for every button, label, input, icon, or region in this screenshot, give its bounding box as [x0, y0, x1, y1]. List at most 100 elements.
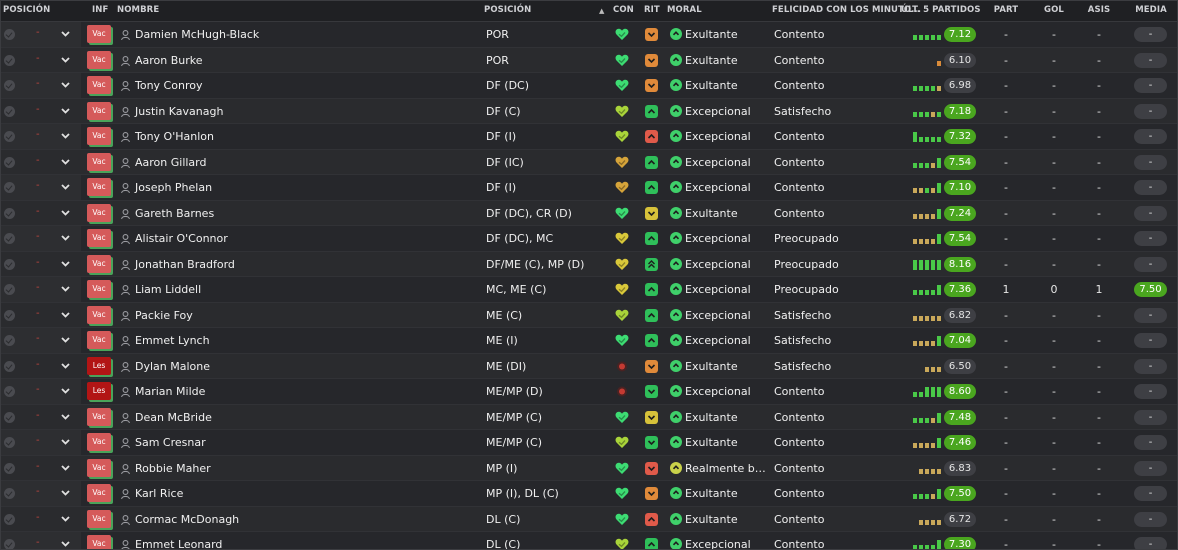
position-selection[interactable]: -	[36, 78, 40, 89]
position-selection[interactable]: -	[36, 155, 40, 166]
status-badge[interactable]: Vac	[87, 178, 111, 196]
header-con[interactable]: CON	[613, 5, 634, 15]
chevron-down-icon[interactable]	[61, 386, 70, 395]
player-name[interactable]: Liam Liddell	[135, 283, 201, 296]
select-checkbox-icon[interactable]	[4, 411, 15, 423]
player-name[interactable]: Sam Cresnar	[135, 436, 206, 449]
table-row[interactable]: - Vac Gareth Barnes DF (DC), CR (D) Exultant…	[1, 200, 1177, 226]
select-checkbox-icon[interactable]	[4, 437, 15, 448]
position-selection[interactable]: -	[36, 359, 40, 370]
table-row[interactable]: - Vac Jonathan Bradford DF/ME (C), MP (D) Ex…	[1, 251, 1177, 277]
select-checkbox-icon[interactable]	[4, 207, 15, 219]
sort-ascending-icon[interactable]: ▲	[599, 7, 604, 15]
header-media[interactable]: MEDIA	[1132, 5, 1170, 15]
select-checkbox-icon[interactable]	[4, 131, 15, 142]
status-badge[interactable]: Vac	[87, 76, 111, 94]
table-row[interactable]: - Vac Cormac McDonagh DL (C) Exultante Conten…	[1, 506, 1177, 532]
status-badge[interactable]: Vac	[87, 127, 111, 145]
select-checkbox-icon[interactable]	[4, 182, 15, 193]
chevron-down-icon[interactable]	[61, 539, 70, 548]
player-name[interactable]: Emmet Leonard	[135, 538, 222, 549]
table-row[interactable]: - Vac Emmet Leonard DL (C) Excepcional Conten…	[1, 532, 1177, 549]
player-name[interactable]: Joseph Phelan	[135, 181, 212, 194]
select-checkbox-icon[interactable]	[4, 80, 15, 91]
chevron-down-icon[interactable]	[61, 463, 70, 472]
header-moral[interactable]: MORAL	[667, 5, 702, 15]
table-row[interactable]: - Vac Alistair O'Connor DF (DC), MC Excepcio…	[1, 226, 1177, 252]
player-name[interactable]: Gareth Barnes	[135, 207, 214, 220]
player-name[interactable]: Emmet Lynch	[135, 334, 210, 347]
position-selection[interactable]: -	[36, 461, 40, 472]
player-name[interactable]: Dean McBride	[135, 411, 212, 424]
chevron-down-icon[interactable]	[61, 80, 70, 89]
position-selection[interactable]: -	[36, 384, 40, 395]
status-badge[interactable]: Vac	[87, 433, 111, 451]
table-row[interactable]: - Vac Joseph Phelan DF (I) Excepcional Conten…	[1, 175, 1177, 201]
status-badge[interactable]: Vac	[87, 152, 111, 171]
select-checkbox-icon[interactable]	[4, 386, 15, 397]
position-selection[interactable]: -	[36, 257, 40, 268]
select-checkbox-icon[interactable]	[4, 309, 15, 321]
table-row[interactable]: - Les Dylan Malone ME (DI) Exultante Satisfec…	[1, 353, 1177, 379]
table-row[interactable]: - Vac Karl Rice MP (I), DL (C) Exultante Cont…	[1, 481, 1177, 507]
player-name[interactable]: Aaron Burke	[135, 54, 203, 67]
player-name[interactable]: Cormac McDonagh	[135, 513, 239, 526]
position-selection[interactable]: -	[36, 180, 40, 191]
chevron-down-icon[interactable]	[61, 284, 70, 293]
header-ultimos-partidos[interactable]: ÚLT. 5 PARTIDOS	[901, 5, 981, 15]
player-name[interactable]: Packie Foy	[135, 309, 193, 322]
status-badge[interactable]: Vac	[87, 25, 111, 43]
header-nombre[interactable]: NOMBRE	[117, 5, 159, 15]
status-badge[interactable]: Vac	[87, 484, 111, 502]
table-row[interactable]: - Vac Dean McBride ME/MP (C) Exultante Conten…	[1, 404, 1177, 430]
player-name[interactable]: Aaron Gillard	[135, 156, 207, 169]
table-row[interactable]: - Vac Aaron Gillard DF (IC) Excepcional Conte…	[1, 149, 1177, 175]
position-selection[interactable]: -	[36, 486, 40, 497]
chevron-down-icon[interactable]	[61, 233, 70, 242]
chevron-down-icon[interactable]	[61, 335, 70, 344]
position-selection[interactable]: -	[36, 129, 40, 140]
chevron-down-icon[interactable]	[61, 437, 70, 446]
position-selection[interactable]: -	[36, 512, 40, 523]
status-badge[interactable]: Vac	[87, 458, 111, 477]
chevron-down-icon[interactable]	[61, 131, 70, 140]
table-row[interactable]: - Vac Tony Conroy DF (DC) Exultante Contento 6…	[1, 73, 1177, 99]
position-selection[interactable]: -	[36, 104, 40, 115]
table-row[interactable]: - Les Marian Milde ME/MP (D) Excepcional Cont…	[1, 379, 1177, 405]
chevron-down-icon[interactable]	[61, 106, 70, 115]
chevron-down-icon[interactable]	[61, 514, 70, 523]
table-row[interactable]: - Vac Aaron Burke POR Exultante Contento 6.10 -…	[1, 47, 1177, 73]
table-row[interactable]: - Vac Tony O'Hanlon DF (I) Excepcional Conten…	[1, 124, 1177, 150]
position-selection[interactable]: -	[36, 435, 40, 446]
status-badge[interactable]: Vac	[87, 509, 111, 528]
chevron-down-icon[interactable]	[61, 310, 70, 319]
player-name[interactable]: Marian Milde	[135, 385, 205, 398]
header-inf[interactable]: INF	[92, 5, 108, 15]
status-badge[interactable]: Vac	[87, 331, 111, 349]
player-name[interactable]: Karl Rice	[135, 487, 183, 500]
status-badge[interactable]: Vac	[87, 305, 111, 324]
position-selection[interactable]: -	[36, 231, 40, 242]
select-checkbox-icon[interactable]	[4, 360, 15, 372]
player-name[interactable]: Robbie Maher	[135, 462, 211, 475]
player-name[interactable]: Justin Kavanagh	[135, 105, 223, 118]
chevron-down-icon[interactable]	[61, 182, 70, 191]
select-checkbox-icon[interactable]	[4, 54, 15, 66]
status-badge[interactable]: Vac	[87, 280, 111, 298]
status-badge[interactable]: Vac	[87, 203, 111, 222]
header-posicion-select[interactable]: POSICIÓN	[3, 5, 50, 15]
table-row[interactable]: - Vac Packie Foy ME (C) Excepcional Satisfech…	[1, 302, 1177, 328]
player-name[interactable]: Tony O'Hanlon	[135, 130, 214, 143]
select-checkbox-icon[interactable]	[4, 462, 15, 474]
select-checkbox-icon[interactable]	[4, 335, 15, 346]
position-selection[interactable]: -	[36, 53, 40, 64]
select-checkbox-icon[interactable]	[4, 488, 15, 499]
table-row[interactable]: - Vac Justin Kavanagh DF (C) Excepcional Sati…	[1, 98, 1177, 124]
table-row[interactable]: - Vac Robbie Maher MP (I) Realmente bue... Co…	[1, 455, 1177, 481]
header-rit[interactable]: RIT	[644, 5, 660, 15]
select-checkbox-icon[interactable]	[4, 539, 15, 549]
status-badge[interactable]: Vac	[87, 535, 111, 549]
table-row[interactable]: - Vac Sam Cresnar ME/MP (C) Exultante Content…	[1, 430, 1177, 456]
status-badge[interactable]: Vac	[87, 254, 111, 273]
position-selection[interactable]: -	[36, 308, 40, 319]
